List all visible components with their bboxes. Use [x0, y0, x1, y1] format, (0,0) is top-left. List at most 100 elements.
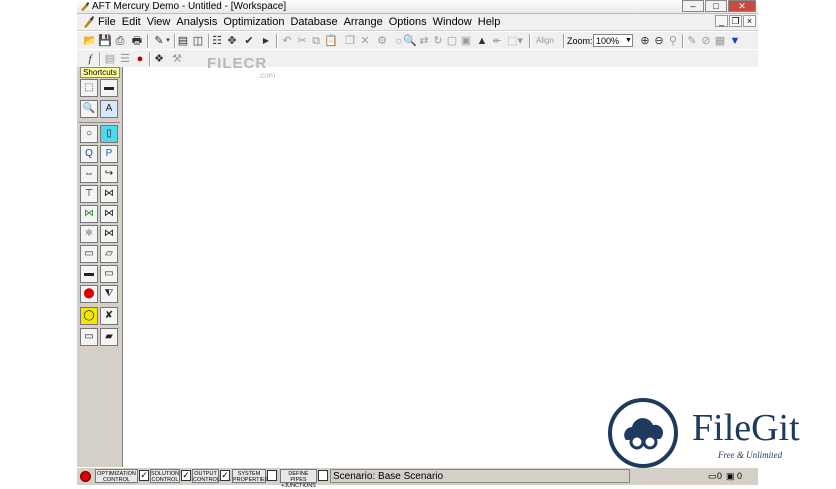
options-icon[interactable]: ▦ [713, 34, 727, 48]
window-title: AFT Mercury Demo - Untitled - [Workspace… [92, 1, 287, 12]
orifice-icon[interactable]: ▱ [100, 245, 118, 263]
dead-end-icon[interactable]: ▰ [100, 328, 118, 346]
zoom-area-icon[interactable]: 🔍 [80, 100, 98, 118]
find-binoculars-icon[interactable]: 🔍 [403, 34, 417, 48]
clear-icon[interactable]: ⊘ [699, 34, 713, 48]
cut-icon[interactable]: ✂ [295, 34, 309, 48]
zoom-fit-icon[interactable]: ⚲ [666, 34, 680, 48]
lock-icon[interactable]: ▢ [445, 34, 459, 48]
branch-icon[interactable]: ○ [80, 125, 98, 143]
maximize-button[interactable]: □ [705, 0, 727, 12]
print-preview-icon[interactable]: ⎙ [113, 34, 127, 48]
align-grid-icon[interactable] [520, 34, 534, 48]
cross-icon[interactable]: ✘ [100, 307, 118, 325]
menu-edit[interactable]: Edit [122, 14, 141, 30]
optimization-control-checkbox[interactable]: ✓ [139, 470, 149, 481]
horizontal-split-icon[interactable]: ▤ [176, 34, 190, 48]
menu-optimization[interactable]: Optimization [223, 14, 284, 30]
tee-icon[interactable]: ⊤ [80, 185, 98, 203]
general-component-icon[interactable]: ▭ [80, 328, 98, 346]
print-icon[interactable]: 🖶 [130, 34, 144, 48]
check-valve-icon[interactable]: ⋈ [80, 205, 98, 223]
shortcuts-tab[interactable]: Shortcuts [80, 67, 120, 78]
table-icon[interactable]: ▤ [103, 52, 117, 66]
relief-valve-icon[interactable]: ⋈ [100, 205, 118, 223]
zoom-in-icon[interactable]: ⊕ [638, 34, 652, 48]
output-control-button[interactable]: OUTPUT CONTROL [192, 469, 220, 483]
menu-options[interactable]: Options [389, 14, 427, 30]
menu-help[interactable]: Help [478, 14, 501, 30]
zoom-out-icon[interactable]: ⊖ [652, 34, 666, 48]
define-pipes-junctions-checkbox[interactable] [318, 470, 328, 481]
close-button[interactable]: ✕ [728, 0, 756, 12]
special-icon[interactable]: ⚙ [375, 34, 389, 48]
stop-icon[interactable] [80, 471, 91, 482]
menu-view[interactable]: View [147, 14, 171, 30]
output-control-checkbox[interactable]: ✓ [220, 470, 230, 481]
menu-analysis[interactable]: Analysis [176, 14, 217, 30]
filter-icon[interactable]: ▼ [728, 34, 742, 48]
minimize-button[interactable]: ‒ [682, 0, 704, 12]
valve-icon[interactable]: ⋈ [100, 185, 118, 203]
reservoir-icon[interactable]: ▯ [100, 125, 118, 143]
filegit-logo [608, 398, 678, 468]
bend-icon[interactable]: ↪ [100, 165, 118, 183]
pump-icon[interactable]: ◯ [80, 307, 98, 325]
layers-icon[interactable]: ☰ [118, 52, 132, 66]
duplicate-icon[interactable]: ❐ [343, 34, 357, 48]
select-area-icon[interactable]: ⬚ [80, 79, 98, 97]
function-icon[interactable]: f [83, 52, 97, 66]
pipe-bend-icon[interactable]: ↞ [490, 34, 504, 48]
group-icon[interactable]: ▣ [459, 34, 473, 48]
rotate-icon[interactable]: ↻ [431, 34, 445, 48]
undo-icon[interactable]: ↶ [280, 34, 294, 48]
solution-control-checkbox[interactable]: ✓ [181, 470, 191, 481]
menu-window[interactable]: Window [433, 14, 472, 30]
delete-icon[interactable]: ✕ [358, 34, 372, 48]
align-dropdown[interactable]: Align [536, 34, 554, 48]
share-icon[interactable]: ❖ [152, 52, 166, 66]
mdi-restore-button[interactable]: ❐ [729, 15, 742, 27]
system-properties-checkbox[interactable] [267, 470, 277, 481]
graph-icon[interactable]: ⚒ [170, 52, 184, 66]
move-icon[interactable]: ✥ [225, 34, 239, 48]
assigned-pressure-icon[interactable]: P [100, 145, 118, 163]
pipe-tool-icon[interactable]: ▬ [100, 79, 118, 97]
chevron-down-icon[interactable]: ▾ [165, 34, 171, 48]
solution-control-button[interactable]: SOLUTION CONTROL [150, 469, 180, 483]
spray-discharge-icon[interactable]: ⇔ [80, 165, 98, 183]
checkmark-icon[interactable]: ✔ [242, 34, 256, 48]
annotation-tool-icon[interactable]: A [100, 100, 118, 118]
heat-exchanger-icon[interactable]: ▬ [80, 265, 98, 283]
connect-icon[interactable]: ▲ [475, 34, 489, 48]
reverse-icon[interactable]: ⇄ [417, 34, 431, 48]
mdi-close-button[interactable]: × [743, 15, 756, 27]
menu-arrange[interactable]: Arrange [344, 14, 383, 30]
define-pipes-junctions-button[interactable]: DEFINE PIPES +JUNCTIONS [280, 469, 317, 489]
menu-file[interactable]: File [98, 14, 116, 30]
volume-balance-icon[interactable]: ▭ [100, 265, 118, 283]
run-icon[interactable]: ▶ [259, 34, 273, 48]
spray-icon[interactable]: ⧨ [100, 285, 118, 303]
edit-tool-icon[interactable]: ✎ [152, 34, 166, 48]
network-icon[interactable]: ☷ [210, 34, 224, 48]
mdi-minimize-button[interactable]: _ [715, 15, 728, 27]
assigned-flow-icon[interactable]: Q [80, 145, 98, 163]
color-map-icon[interactable]: ● [133, 52, 147, 66]
control-valve-icon[interactable]: ⚛ [80, 225, 98, 243]
system-properties-button[interactable]: SYSTEM PROPERTIES [232, 469, 268, 483]
annotation-icon[interactable]: ✎ [685, 34, 699, 48]
copy-icon[interactable]: ⧉ [309, 34, 323, 48]
chevron-down-icon[interactable]: ▼ [625, 34, 635, 47]
pressure-valve-icon[interactable]: ⋈ [100, 225, 118, 243]
optimization-control-button[interactable]: OPTIMIZATION CONTROL [95, 469, 138, 483]
paste-icon[interactable]: 📋 [324, 34, 338, 48]
open-folder-icon[interactable]: 📂 [83, 34, 97, 48]
vertical-split-icon[interactable]: ◫ [191, 34, 205, 48]
screen-icon[interactable]: ▭ [80, 245, 98, 263]
pump-red-icon[interactable]: ⬤ [80, 285, 98, 303]
save-icon[interactable]: 💾 [98, 34, 112, 48]
workspace-doc-icon[interactable] [82, 15, 96, 29]
menu-database[interactable]: Database [290, 14, 337, 30]
scenario-label: Scenario: Base Scenario [330, 469, 630, 483]
